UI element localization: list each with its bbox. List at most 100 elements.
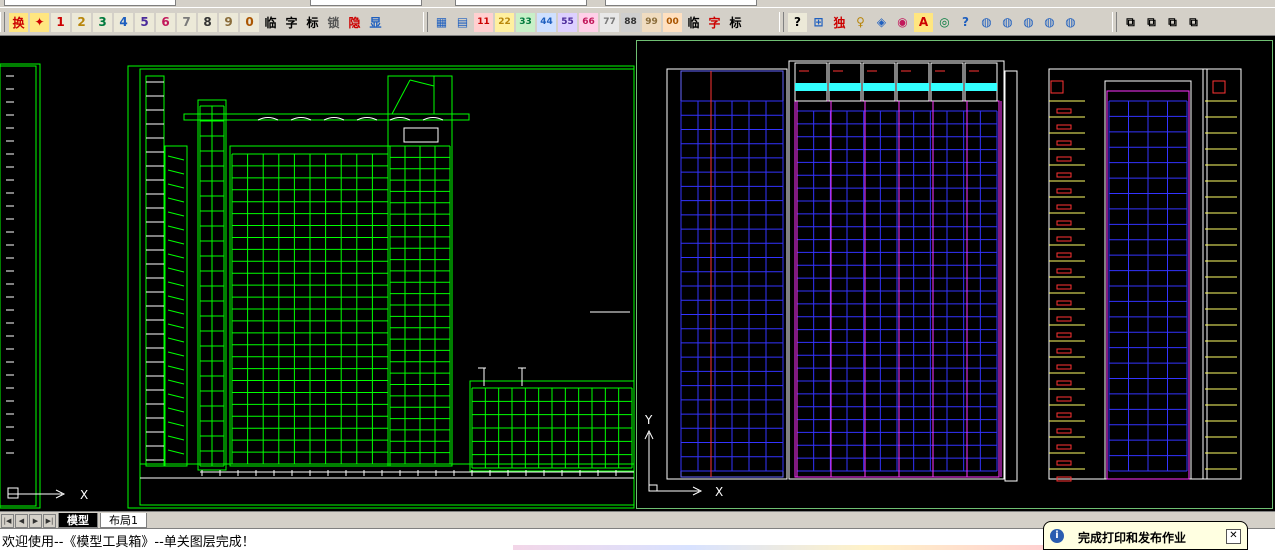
stair-core [164,145,188,467]
layer-tool-button-group2-10[interactable]: 99 [642,12,661,32]
layer-tool-button-group1-3[interactable]: 2 [72,12,91,32]
layer-tool-button-group3-9[interactable]: ◍ [977,12,996,32]
layer-tool-button-group3-8[interactable]: ? [956,12,975,32]
last-tab-button[interactable]: ▶| [43,513,56,528]
tab-model[interactable]: 模型 [58,513,98,528]
layer-tool-button-group4-1[interactable]: ⧉ [1142,12,1161,32]
layer-tool-button-group4-0[interactable]: ⧉ [1121,12,1140,32]
layer-combo[interactable] [4,0,176,6]
layer-tool-button-group3-5[interactable]: ◉ [893,12,912,32]
lineweight-combo[interactable] [605,0,757,6]
left-column [145,75,165,467]
layer-tool-button-group1-2[interactable]: 1 [51,12,70,32]
facade-b-roof-band [897,83,929,91]
layer-tool-button-group2-0[interactable]: ▦ [432,12,451,32]
facade-b-roof-band [931,83,963,91]
layer-tool-button-group3-7[interactable]: ◎ [935,12,954,32]
layer-tool-button-group1-14[interactable]: 标 [303,12,322,32]
layer-tool-button-group1-16[interactable]: 隐 [345,12,364,32]
drawing-frame-inner [139,68,635,506]
layer-tool-button-group2-14[interactable]: 标 [726,12,745,32]
layer-tool-button-group1-15[interactable]: 锁 [324,12,343,32]
facade-c-balcony [1056,156,1072,162]
layer-tool-button-group2-11[interactable]: 00 [663,12,682,32]
notification-message: 完成打印和发布作业 [1078,531,1187,545]
layer-tool-button-group3-3[interactable]: ♀ [851,12,870,32]
facade-c-balcony [1056,460,1072,466]
stair-hatch [167,211,185,217]
layer-tool-button-group2-13[interactable]: 字 [705,12,724,32]
linetype-combo[interactable] [455,0,587,6]
facade-a-windows [680,100,784,472]
roof-diagonal [391,79,411,115]
layer-tool-button-group1-10[interactable]: 9 [219,12,238,32]
prev-tab-button[interactable]: ◀ [15,513,28,528]
layer-tool-button-group1-5[interactable]: 4 [114,12,133,32]
layer-tool-button-group2-7[interactable]: 66 [579,12,598,32]
layer-tool-button-group1-12[interactable]: 临 [261,12,280,32]
stair-hatch [167,309,185,315]
facade-c-balcony [1056,396,1072,402]
ucs-y-label-right: Y [644,413,653,427]
layer-tool-button-group1-7[interactable]: 6 [156,12,175,32]
viewport-right[interactable]: XY [636,40,1273,509]
print-complete-notification[interactable]: i 完成打印和发布作业 ✕ [1043,521,1248,550]
facade-b-edge [1004,70,1018,482]
command-history-text: 欢迎使用--《模型工具箱》--单关图层完成！ [2,535,255,550]
first-tab-button[interactable]: |◀ [1,513,14,528]
layer-tool-button-group2-1[interactable]: ▤ [453,12,472,32]
facade-c-balcony [1056,220,1072,226]
drawing-area[interactable]: X XY [0,36,1275,511]
layer-tool-button-group2-12[interactable]: 临 [684,12,703,32]
layer-tool-button-group3-0[interactable]: ? [788,12,807,32]
viewport-left[interactable]: X [0,36,635,511]
layer-toolbar-group-2: ▦ ▤ 11 22 33 44 55 66 77 88 99 00 临字标 [423,10,745,34]
layer-tool-button-group1-4[interactable]: 3 [93,12,112,32]
facade-b-roof-band [965,83,997,91]
close-icon[interactable]: ✕ [1226,529,1241,544]
layer-tool-button-group3-11[interactable]: ◍ [1019,12,1038,32]
layer-tool-button-group4-2[interactable]: ⧉ [1163,12,1182,32]
layer-tool-button-group1-13[interactable]: 字 [282,12,301,32]
facade-c-balcony [1056,140,1072,146]
podium-windows [471,387,633,469]
layer-tool-button-group1-0[interactable]: 换 [9,12,28,32]
canopy-sign [403,127,439,143]
tab-layout1[interactable]: 布局1 [100,513,147,528]
layer-tool-button-group2-6[interactable]: 55 [558,12,577,32]
layer-tool-button-group3-6[interactable]: A [914,12,933,32]
facade-c-roof-box [1050,80,1064,94]
layer-tool-button-group1-11[interactable]: 0 [240,12,259,32]
layer-tool-button-group1-6[interactable]: 5 [135,12,154,32]
layer-tool-button-group2-8[interactable]: 77 [600,12,619,32]
layer-tool-button-group3-4[interactable]: ◈ [872,12,891,32]
layer-tool-button-group1-8[interactable]: 7 [177,12,196,32]
stair-hatch [167,197,185,203]
layer-tool-button-group2-5[interactable]: 44 [537,12,556,32]
ucs-origin-box-left [7,487,19,499]
facade-c-windows [1108,100,1188,472]
layer-tool-button-group3-2[interactable]: 独 [830,12,849,32]
layer-tool-button-group3-13[interactable]: ◍ [1061,12,1080,32]
top-toolbar-strip [0,0,1275,7]
layer-tool-button-group2-3[interactable]: 22 [495,12,514,32]
facade-b-roof-bay [964,62,998,102]
layer-tool-button-group4-3[interactable]: ⧉ [1184,12,1203,32]
layer-toolbar-group-3: ? ⊞ 独 ♀ ◈ ◉ A ◎? ◍ ◍ ◍ ◍ ◍ [779,10,1080,34]
next-tab-button[interactable]: ▶ [29,513,42,528]
layer-tool-button-group1-17[interactable]: 显 [366,12,385,32]
layer-tool-button-group3-10[interactable]: ◍ [998,12,1017,32]
ucs-origin-box-right [648,484,658,492]
layer-tool-button-group1-9[interactable]: 8 [198,12,217,32]
layer-toolbar-group-4: ⧉ ⧉ ⧉ ⧉ [1112,10,1203,34]
layer-tool-button-group3-1[interactable]: ⊞ [809,12,828,32]
layer-tool-button-group3-12[interactable]: ◍ [1040,12,1059,32]
color-combo[interactable] [310,0,422,6]
right-tower-windows [389,145,451,465]
layer-tool-button-group2-4[interactable]: 33 [516,12,535,32]
stair-hatch [167,239,185,245]
facade-c-balcony [1056,380,1072,386]
layer-tool-button-group2-2[interactable]: 11 [474,12,493,32]
layer-tool-button-group2-9[interactable]: 88 [621,12,640,32]
layer-tool-button-group1-1[interactable]: ✦ [30,12,49,32]
